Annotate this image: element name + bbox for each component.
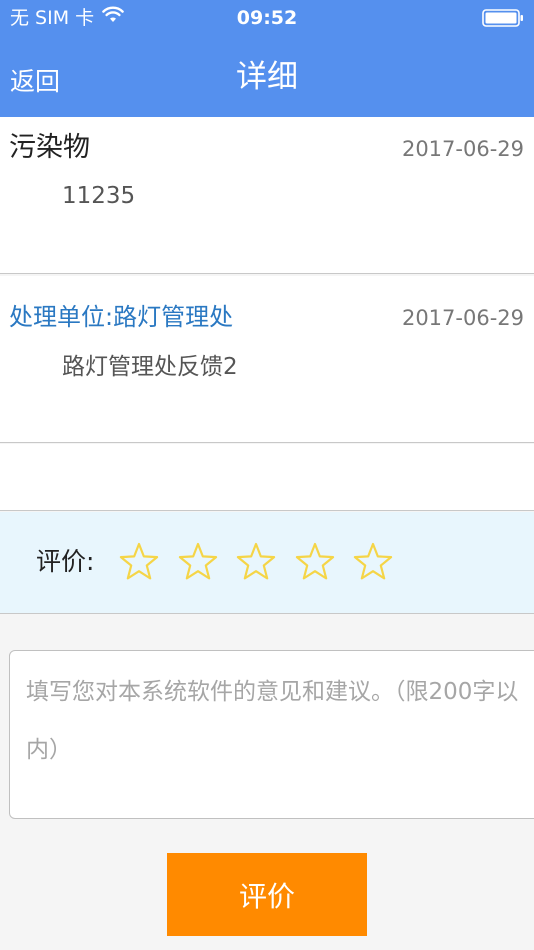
record-card-pollutant: 污染物 2017-06-29 11235 xyxy=(0,117,534,274)
record-body: 11235 xyxy=(62,183,136,209)
record-date: 2017-06-29 xyxy=(401,306,524,330)
page-title: 详细 xyxy=(236,59,298,95)
record-title: 污染物 xyxy=(9,132,90,163)
star-outline-icon[interactable] xyxy=(352,541,394,583)
rating-row: 评价: xyxy=(0,512,534,614)
record-body: 路灯管理处反馈2 xyxy=(62,354,238,380)
record-card-handler: 处理单位:路灯管理处 2017-06-29 路灯管理处反馈2 xyxy=(0,276,534,443)
feedback-input[interactable] xyxy=(9,650,534,819)
star-outline-icon[interactable] xyxy=(235,541,277,583)
app-header: 无 SIM 卡 09:52 返回 详细 xyxy=(0,0,534,117)
status-time: 09:52 xyxy=(236,7,298,29)
status-bar: 无 SIM 卡 09:52 xyxy=(0,0,534,36)
star-outline-icon[interactable] xyxy=(118,541,160,583)
empty-section xyxy=(0,444,534,511)
star-outline-icon[interactable] xyxy=(294,541,336,583)
star-outline-icon[interactable] xyxy=(177,541,219,583)
record-title: 处理单位:路灯管理处 xyxy=(9,303,234,331)
star-rating xyxy=(118,541,411,583)
rating-label: 评价: xyxy=(36,547,95,576)
record-date: 2017-06-29 xyxy=(401,137,524,161)
battery-icon xyxy=(482,9,524,27)
submit-rating-button[interactable]: 评价 xyxy=(167,853,367,936)
